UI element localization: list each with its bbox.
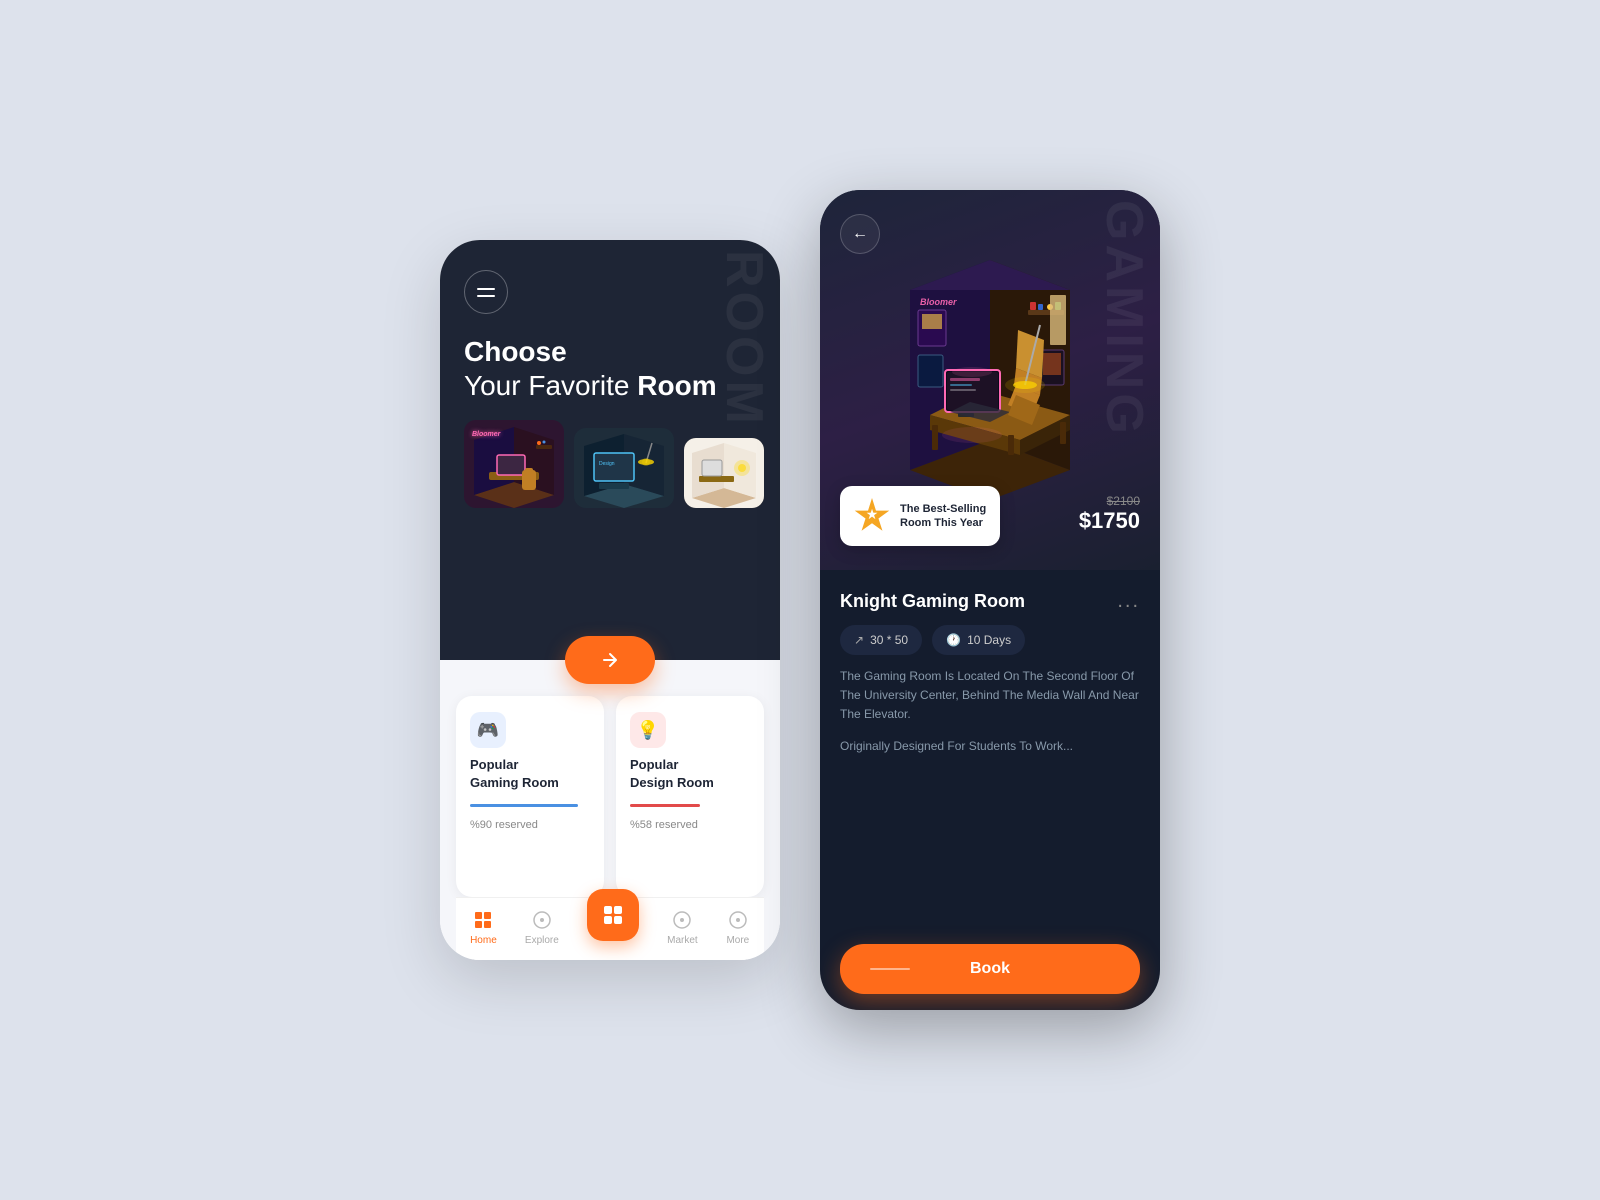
hero-title: Choose Your Favorite Room — [464, 336, 756, 402]
gaming-room-card[interactable]: 🎮 PopularGaming Room %90 reserved — [456, 696, 604, 897]
specs-row: ↗ 30 * 50 🕐 10 Days — [840, 625, 1140, 655]
hero-section: ROOM Choose Your Favorite Room — [440, 240, 780, 660]
nav-more[interactable]: More — [726, 908, 750, 946]
clock-icon: 🕐 — [946, 633, 961, 647]
menu-button[interactable] — [464, 270, 508, 314]
more-label: More — [726, 935, 749, 946]
room-3d-illustration: Bloomer — [850, 230, 1130, 500]
badge-text: The Best-SellingRoom This Year — [900, 502, 986, 531]
discounted-price: $1750 — [1079, 508, 1140, 534]
original-price: $2100 — [1079, 494, 1140, 508]
home-label: Home — [470, 935, 497, 946]
hero-line2-plain: Your Favorite — [464, 370, 637, 401]
best-selling-badge: ★ The Best-SellingRoom This Year — [840, 486, 1000, 546]
book-button-label: Book — [970, 960, 1010, 978]
hero-line2-bold: Room — [637, 370, 716, 401]
explore-icon — [530, 908, 554, 932]
duration-spec: 🕐 10 Days — [932, 625, 1025, 655]
design-card-title: PopularDesign Room — [630, 756, 750, 792]
gaming-progress — [470, 804, 578, 807]
room-description: The Gaming Room Is Located On The Second… — [840, 667, 1140, 725]
room-thumb-2[interactable]: Design — [574, 428, 674, 508]
size-spec: ↗ 30 * 50 — [840, 625, 922, 655]
room-image-area: gaming ← — [820, 190, 1160, 570]
book-button-line — [870, 968, 910, 970]
nav-explore[interactable]: Explore — [525, 908, 559, 946]
duration-value: 10 Days — [967, 633, 1011, 647]
design-progress — [630, 804, 700, 807]
nav-market[interactable]: Market — [667, 908, 698, 946]
room-description-2: Originally Designed For Students To Work… — [840, 737, 1140, 756]
explore-label: Explore — [525, 935, 559, 946]
size-value: 30 * 50 — [870, 633, 908, 647]
price-area: $2100 $1750 — [1079, 494, 1140, 534]
right-phone: gaming ← — [820, 190, 1160, 1010]
gaming-icon: 🎮 — [470, 712, 506, 748]
bottom-section: 🎮 PopularGaming Room %90 reserved 💡 Popu… — [440, 660, 780, 960]
room-name: Knight Gaming Room — [840, 591, 1025, 612]
hero-line2: Your Favorite Room — [464, 370, 756, 402]
bottom-nav: Home Explore — [456, 897, 764, 960]
design-reserved: %58 reserved — [630, 819, 750, 831]
home-icon — [471, 908, 495, 932]
svg-text:Bloomer: Bloomer — [920, 297, 957, 307]
more-icon — [726, 908, 750, 932]
room-name-row: Knight Gaming Room ... — [840, 590, 1140, 613]
nav-home[interactable]: Home — [470, 908, 497, 946]
cards-row: 🎮 PopularGaming Room %90 reserved 💡 Popu… — [456, 696, 764, 897]
next-button[interactable] — [565, 636, 655, 684]
watermark-left: ROOM — [718, 250, 770, 428]
size-icon: ↗ — [854, 633, 864, 647]
market-icon — [670, 908, 694, 932]
back-button[interactable]: ← — [840, 214, 880, 254]
design-room-card[interactable]: 💡 PopularDesign Room %58 reserved — [616, 696, 764, 897]
book-button[interactable]: Book — [840, 944, 1140, 994]
star-badge-icon: ★ — [854, 498, 890, 534]
hero-line1: Choose — [464, 336, 756, 368]
market-label: Market — [667, 935, 698, 946]
nav-center-button[interactable] — [587, 889, 639, 941]
room-details: Knight Gaming Room ... ↗ 30 * 50 🕐 10 Da… — [820, 570, 1160, 1010]
room-thumb-1[interactable]: Bloomer — [464, 420, 564, 508]
more-options-button[interactable]: ... — [1117, 590, 1140, 613]
gaming-card-title: PopularGaming Room — [470, 756, 590, 792]
design-icon: 💡 — [630, 712, 666, 748]
room-previews: Bloomer — [464, 420, 756, 508]
left-phone: ROOM Choose Your Favorite Room — [440, 240, 780, 960]
svg-text:Design: Design — [599, 461, 615, 467]
svg-text:Bloomer: Bloomer — [472, 431, 502, 438]
gaming-reserved: %90 reserved — [470, 819, 590, 831]
room-thumb-3[interactable] — [684, 438, 764, 508]
